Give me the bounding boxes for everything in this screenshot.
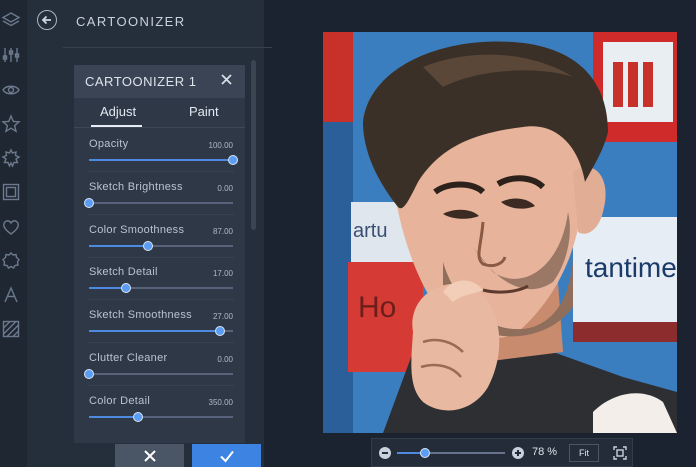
slider-track[interactable] [89,240,233,251]
slider-track[interactable] [84,369,233,379]
zoom-slider-thumb[interactable] [420,448,431,458]
slider-thumb[interactable] [143,240,154,251]
slider-thumb[interactable] [84,369,94,379]
divider [74,127,245,128]
gear-burst-icon[interactable] [1,148,21,168]
effect-card-body: Adjust Paint Opacity 100.00 Sketch Brightn… [74,98,245,443]
cartoonizer-panel: CARTOONIZER CARTOONIZER 1 Adjust Paint O… [27,0,272,467]
slider-track[interactable] [89,283,233,294]
heart-icon[interactable] [1,217,21,237]
slider-label: Color Detail [89,394,151,407]
slider-value: 17.00 [212,269,233,279]
zoom-level: 78 % [532,446,558,458]
back-button[interactable] [37,10,57,30]
divider [63,47,272,48]
tab-paint[interactable]: Paint [189,104,219,119]
zoom-in-button[interactable] [512,447,524,459]
slider-value: 350.00 [208,397,233,407]
layers-icon[interactable] [1,10,21,30]
slider-value: 0.00 [217,355,233,364]
checkmark-icon [219,450,234,463]
fullscreen-button[interactable] [612,445,628,461]
zoom-bar: 78 % Fit [371,438,633,467]
slider-label: Opacity [89,138,129,150]
slider-row: Sketch Smoothness 27.00 [74,309,245,353]
slider-fill [89,415,138,418]
slider-value: 27.00 [212,312,233,322]
panel-scrollbar[interactable] [251,60,256,230]
plus-icon [515,450,521,456]
slider-label: Sketch Brightness [89,180,183,193]
divider [87,213,234,215]
slider-value: 0.00 [217,183,233,193]
canvas-image[interactable]: tantimes artu Ho [323,32,677,433]
divider [87,256,234,258]
star-icon[interactable] [1,114,21,134]
text-icon[interactable] [1,285,21,305]
slider-track[interactable] [89,155,238,165]
slider-thumb[interactable] [84,197,94,208]
fit-button[interactable]: Fit [569,444,599,462]
close-effect-button[interactable] [221,72,237,90]
slider-row: Sketch Brightness 0.00 [74,181,245,225]
apply-button[interactable] [192,444,261,467]
slider-row: Sketch Detail 17.00 [74,266,245,310]
slider-thumb[interactable] [215,326,226,337]
slider-row: Opacity 100.00 [74,138,245,182]
slider-value: 87.00 [212,226,233,236]
slider-thumb[interactable] [228,155,238,165]
divider [87,342,234,344]
eye-icon[interactable] [1,80,21,100]
divider [87,385,234,386]
tab-adjust[interactable]: Adjust [100,104,136,119]
slider-value: 100.00 [208,141,233,150]
panel-title: CARTOONIZER [76,14,186,29]
slider-fill [89,244,149,247]
divider [87,171,234,172]
slider-label: Sketch Smoothness [89,309,192,322]
arrow-left-icon [41,15,51,25]
slider-thumb[interactable] [132,411,143,422]
tool-rail [0,0,27,467]
svg-text:Ho: Ho [358,291,396,324]
close-icon [143,449,156,462]
zoom-out-button[interactable] [379,447,391,459]
divider [87,299,234,301]
close-icon [221,74,232,85]
fullscreen-icon [613,446,627,460]
slider-fill [89,330,221,333]
cancel-button[interactable] [115,444,184,467]
svg-text:artu: artu [353,220,387,242]
frame-icon[interactable] [1,182,21,202]
effect-card-header: CARTOONIZER 1 [74,65,245,98]
slider-thumb[interactable] [121,283,132,294]
slider-label: Color Smoothness [89,223,185,236]
minus-icon [382,452,388,454]
badge-icon[interactable] [1,251,21,271]
slider-fill [89,159,233,161]
effect-card-title: CARTOONIZER 1 [85,74,197,89]
slider-track[interactable] [89,326,233,337]
texture-icon[interactable] [1,319,21,339]
svg-text:tantimes: tantimes [585,252,677,283]
zoom-slider[interactable] [397,448,505,458]
slider-track[interactable] [89,411,233,422]
slider-track[interactable] [84,197,233,208]
slider-row: Color Detail 350.00 [74,395,245,439]
cartoon-portrait-image: tantimes artu Ho [323,32,677,433]
slider-row: Color Smoothness 87.00 [74,224,245,268]
slider-label: Sketch Detail [89,266,158,279]
slider-label: Clutter Cleaner [89,352,168,364]
sliders-icon[interactable] [1,45,21,65]
slider-row: Clutter Cleaner 0.00 [74,352,245,396]
